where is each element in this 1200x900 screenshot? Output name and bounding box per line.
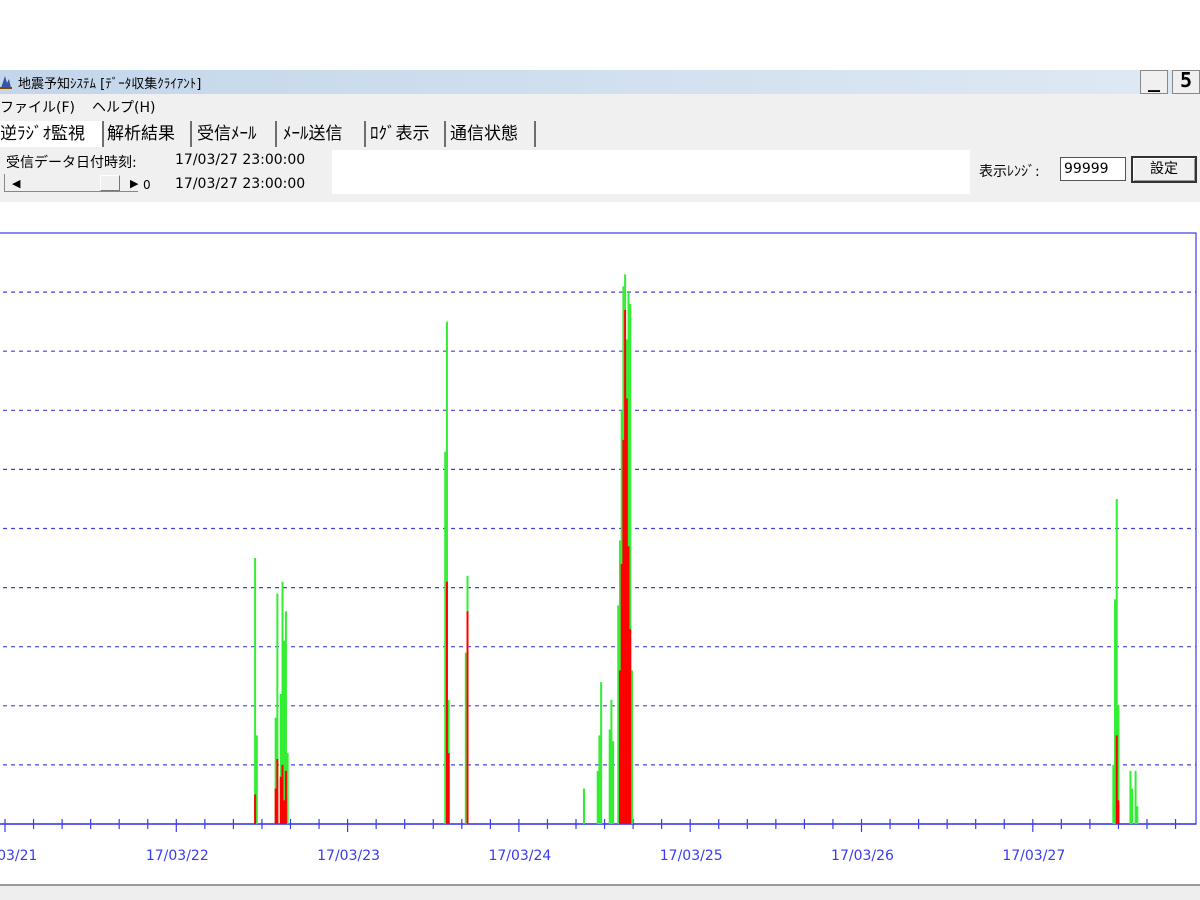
minimize-button[interactable]: _ bbox=[1140, 70, 1168, 94]
x-tick-label: 17/03/25 bbox=[660, 848, 723, 864]
tab-log-view[interactable]: ﾛｸﾞ表示 bbox=[370, 121, 446, 147]
display-range-input[interactable] bbox=[1060, 157, 1126, 181]
received-date-label: 受信データ日付時刻: bbox=[6, 155, 137, 171]
slider-value: 0 bbox=[143, 178, 151, 192]
seismic-chart: 17/03/21 17/03/22 17/03/23 17/03/24 17/03/25… bbox=[0, 232, 1197, 864]
info-panel: 受信データ日付時刻: 17/03/27 23:00:00 ◀ ▶ 0 17/03… bbox=[0, 150, 970, 194]
title-bar[interactable]: 地震予知ｼｽﾃﾑ [ﾃﾞｰﾀ収集ｸﾗｲｱﾝﾄ] _ 5 bbox=[0, 70, 1200, 94]
x-tick-label: 17/03/24 bbox=[488, 848, 551, 864]
tab-received-mail[interactable]: 受信ﾒｰﾙ bbox=[197, 121, 277, 147]
tab-send-mail[interactable]: ﾒｰﾙ送信 bbox=[283, 121, 366, 147]
window-title: 地震予知ｼｽﾃﾑ [ﾃﾞｰﾀ収集ｸﾗｲｱﾝﾄ] bbox=[18, 77, 202, 92]
menu-help[interactable]: ヘルプ(H) bbox=[92, 97, 155, 117]
restore-button[interactable]: 5 bbox=[1172, 70, 1200, 94]
chart-area: 17/03/21 17/03/22 17/03/23 17/03/24 17/03/25… bbox=[0, 202, 1200, 884]
slider-time-value: 17/03/27 23:00:00 bbox=[175, 176, 306, 192]
tab-reverse-radio-monitor[interactable]: 逆ﾗｼﾞｵ監視 bbox=[0, 121, 104, 147]
seismograph-icon bbox=[0, 76, 12, 89]
top-margin bbox=[0, 0, 1200, 70]
slider-thumb[interactable] bbox=[100, 175, 120, 191]
slider-left-arrow-icon[interactable]: ◀ bbox=[12, 177, 20, 190]
x-tick-label: 17/03/21 bbox=[0, 848, 37, 864]
tab-communication-status[interactable]: 通信状態 bbox=[450, 121, 536, 147]
x-tick-label: 17/03/23 bbox=[317, 848, 380, 864]
x-tick-label: 17/03/22 bbox=[146, 848, 209, 864]
tab-bar: 逆ﾗｼﾞｵ監視 解析結果 受信ﾒｰﾙ ﾒｰﾙ送信 ﾛｸﾞ表示 通信状態 bbox=[0, 118, 1200, 150]
set-button[interactable]: 設定 bbox=[1131, 156, 1197, 183]
menu-file[interactable]: ファイル(F) bbox=[0, 97, 75, 117]
x-tick-label: 17/03/26 bbox=[831, 848, 894, 864]
tab-analysis-results[interactable]: 解析結果 bbox=[107, 121, 192, 147]
display-range-label: 表示ﾚﾝｼﾞ: bbox=[979, 164, 1040, 180]
received-date-value: 17/03/27 23:00:00 bbox=[175, 152, 306, 168]
menu-bar: ファイル(F) ヘルプ(H) bbox=[0, 94, 1200, 118]
time-slider[interactable]: ◀ ▶ bbox=[4, 174, 138, 192]
x-tick-label: 17/03/27 bbox=[1002, 848, 1065, 864]
status-bar bbox=[0, 884, 1200, 900]
slider-right-arrow-icon[interactable]: ▶ bbox=[130, 177, 138, 190]
